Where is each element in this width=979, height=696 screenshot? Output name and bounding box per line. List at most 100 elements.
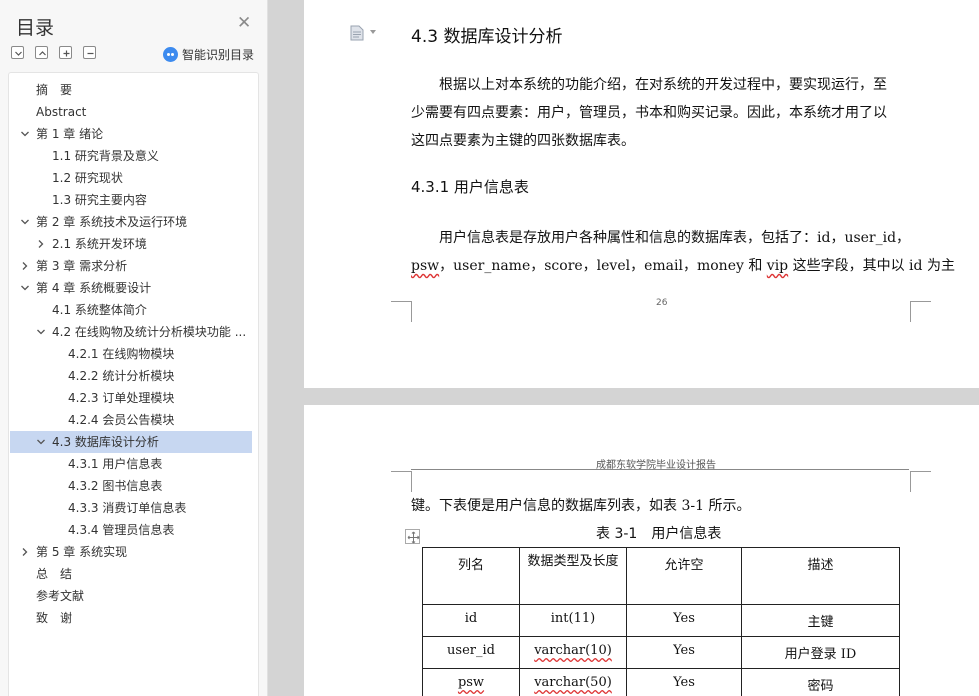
toc-item-label: 4.2 在线购物及统计分析模块功能 ...	[52, 325, 247, 339]
body-text: ，user_name，score，level，email，money 和	[439, 258, 767, 274]
toc-item-label: 2.1 系统开发环境	[52, 237, 147, 251]
toc-item[interactable]: 4.2.2 统计分析模块	[10, 365, 252, 387]
toc-item[interactable]: 1.2 研究现状	[10, 167, 252, 189]
ai-assistant-icon	[163, 46, 178, 62]
toc-item[interactable]: 4.2.4 会员公告模块	[10, 409, 252, 431]
add-heading-icon[interactable]	[59, 46, 72, 59]
paragraph-format-icon[interactable]	[350, 25, 364, 41]
toc-item-label: 第 4 章 系统概要设计	[36, 281, 152, 295]
body-line: 这四点要素为主键的四张数据库表。	[411, 133, 635, 149]
crop-mark	[910, 301, 931, 322]
section-heading: 4.3 数据库设计分析	[411, 27, 563, 47]
toc-title: 目录	[16, 17, 55, 39]
table-cell: user_id	[422, 636, 520, 669]
chevron-down-icon[interactable]	[34, 321, 48, 343]
chevron-down-icon[interactable]	[18, 123, 32, 145]
chevron-right-icon[interactable]	[18, 255, 32, 277]
toc-item-label: 4.2.2 统计分析模块	[68, 369, 175, 383]
chevron-down-icon[interactable]	[370, 30, 376, 34]
body-line: 用户信息表是存放用户各种属性和信息的数据库表，包括了：id，user_id，	[439, 230, 911, 246]
toc-item[interactable]: 4.3.2 图书信息表	[10, 475, 252, 497]
toc-item[interactable]: 参考文献	[10, 585, 252, 607]
toc-item[interactable]: Abstract	[10, 101, 252, 123]
toc-item-label: 4.3 数据库设计分析	[52, 435, 159, 449]
toc-item-label: 4.3.1 用户信息表	[68, 457, 163, 471]
document-page-26: 4.3 数据库设计分析 根据以上对本系统的功能介绍，在对系统的开发过程中，要实现…	[304, 0, 979, 388]
chevron-right-icon[interactable]	[18, 541, 32, 563]
page-number: 26	[656, 298, 668, 308]
toc-item[interactable]: 4.2 在线购物及统计分析模块功能 ...	[10, 321, 252, 343]
toc-item-label: 4.3.3 消费订单信息表	[68, 501, 187, 515]
toc-item[interactable]: 摘 要	[10, 79, 252, 101]
toc-item[interactable]: 2.1 系统开发环境	[10, 233, 252, 255]
toc-item[interactable]: 4.3 数据库设计分析	[10, 431, 252, 453]
toc-item-label: 4.1 系统整体简介	[52, 303, 147, 317]
user-info-table: 列名 数据类型及长度 允许空 描述 id int(11) Yes 主键 user…	[422, 547, 900, 696]
toc-item[interactable]: 第 5 章 系统实现	[10, 541, 252, 563]
toc-item[interactable]: 4.3.3 消费订单信息表	[10, 497, 252, 519]
body-text: 这些字段，其中以 id 为主	[788, 258, 955, 274]
expand-up-icon[interactable]	[35, 46, 48, 59]
table-header-cell: 描述	[741, 547, 900, 605]
toc-item-label: 4.2.1 在线购物模块	[68, 347, 175, 361]
toc-pane: 目录 ✕ 智能识别目录 摘 要 Abstract 第 1 章 绪论 1.1 研究背景及…	[0, 0, 268, 696]
toc-item[interactable]: 第 3 章 需求分析	[10, 255, 252, 277]
table-cell: varchar(10)	[519, 636, 627, 669]
toc-item[interactable]: 1.3 研究主要内容	[10, 189, 252, 211]
spellcheck-word[interactable]: vip	[767, 258, 788, 274]
smart-toc-button[interactable]: 智能识别目录	[163, 45, 254, 63]
toc-item[interactable]: 4.2.3 订单处理模块	[10, 387, 252, 409]
table-cell: 主键	[741, 604, 900, 637]
header-divider	[411, 469, 909, 470]
table-cell: 用户登录 ID	[741, 636, 900, 669]
close-icon[interactable]: ✕	[237, 15, 251, 32]
body-line: 键。下表便是用户信息的数据库列表，如表 3-1 所示。	[411, 498, 751, 514]
table-row: psw varchar(50) Yes 密码	[422, 668, 900, 696]
table-header-cell: 允许空	[626, 547, 742, 605]
table-caption: 表 3-1 用户信息表	[596, 526, 722, 542]
toc-item[interactable]: 致 谢	[10, 607, 252, 629]
spellcheck-word[interactable]: psw	[411, 258, 439, 274]
toc-item[interactable]: 第 4 章 系统概要设计	[10, 277, 252, 299]
table-cell: psw	[422, 668, 520, 696]
toc-item[interactable]: 4.3.4 管理员信息表	[10, 519, 252, 541]
crop-mark	[391, 301, 412, 322]
toc-item-label: 总 结	[36, 567, 73, 581]
toc-item-label: 第 1 章 绪论	[36, 127, 104, 141]
document-page-27: 成都东软学院毕业设计报告 键。下表便是用户信息的数据库列表，如表 3-1 所示。…	[304, 405, 979, 696]
chevron-down-icon[interactable]	[18, 277, 32, 299]
remove-heading-icon[interactable]	[83, 46, 96, 59]
crop-mark	[910, 471, 931, 492]
table-cell: Yes	[626, 604, 742, 637]
table-cell: Yes	[626, 668, 742, 696]
toc-item-label: 摘 要	[36, 83, 73, 97]
toc-item-label: 1.1 研究背景及意义	[52, 149, 159, 163]
chevron-down-icon[interactable]	[34, 431, 48, 453]
toc-item[interactable]: 4.1 系统整体简介	[10, 299, 252, 321]
table-cell: int(11)	[519, 604, 627, 637]
table-row: user_id varchar(10) Yes 用户登录 ID	[422, 636, 900, 669]
toc-item-label: 1.3 研究主要内容	[52, 193, 147, 207]
table-header-cell: 数据类型及长度	[519, 547, 627, 605]
body-line: 少需要有四点要素：用户，管理员，书本和购买记录。因此，本系统才用了以	[411, 105, 887, 121]
toc-item[interactable]: 4.2.1 在线购物模块	[10, 343, 252, 365]
chevron-right-icon[interactable]	[34, 233, 48, 255]
subsection-heading: 4.3.1 用户信息表	[411, 178, 529, 196]
chevron-down-icon[interactable]	[18, 211, 32, 233]
toc-item[interactable]: 1.1 研究背景及意义	[10, 145, 252, 167]
toc-item-label: 第 2 章 系统技术及运行环境	[36, 215, 188, 229]
toc-item-label: 致 谢	[36, 611, 73, 625]
table-cell: 密码	[741, 668, 900, 696]
collapse-all-icon[interactable]	[11, 46, 24, 59]
toc-list: 摘 要 Abstract 第 1 章 绪论 1.1 研究背景及意义 1.2 研究现状 1.…	[8, 72, 259, 696]
toc-item[interactable]: 第 1 章 绪论	[10, 123, 252, 145]
smart-toc-label: 智能识别目录	[182, 47, 255, 62]
table-cell: id	[422, 604, 520, 637]
toc-item-label: 参考文献	[36, 589, 85, 603]
table-move-handle-icon[interactable]	[405, 529, 420, 544]
toc-item-label: 第 3 章 需求分析	[36, 259, 128, 273]
toc-item[interactable]: 第 2 章 系统技术及运行环境	[10, 211, 252, 233]
body-line: 根据以上对本系统的功能介绍，在对系统的开发过程中，要实现运行，至	[439, 77, 887, 93]
toc-item[interactable]: 4.3.1 用户信息表	[10, 453, 252, 475]
toc-item[interactable]: 总 结	[10, 563, 252, 585]
